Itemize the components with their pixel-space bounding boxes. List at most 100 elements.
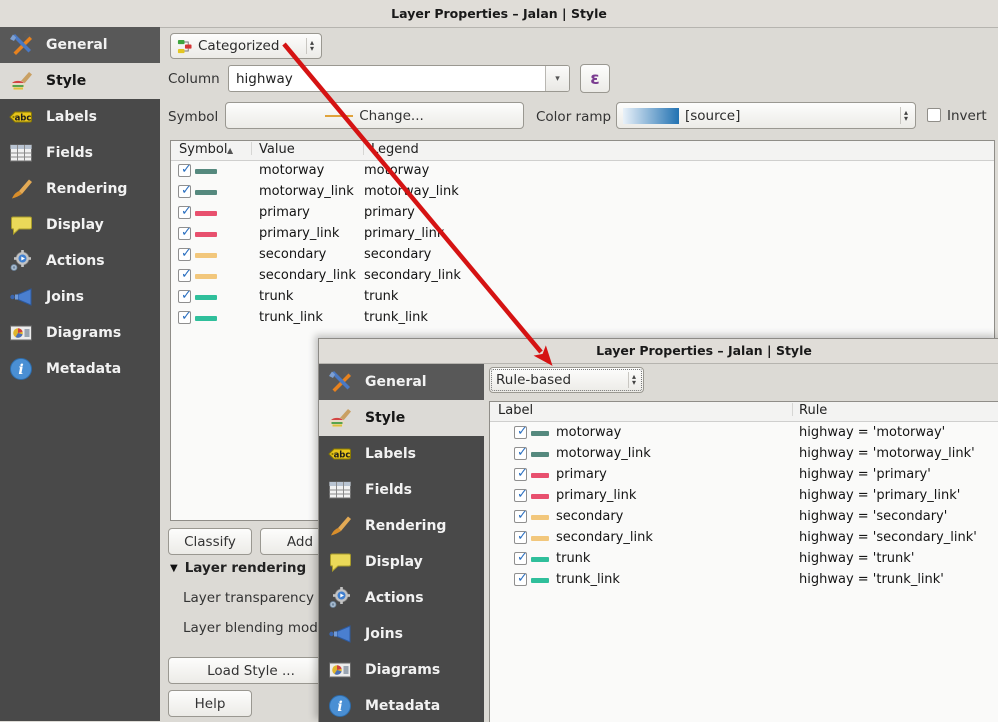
table-row[interactable]: motorway motorway: [171, 161, 994, 182]
sidebar-item-label: Display: [46, 217, 104, 233]
row-checkbox[interactable]: [514, 552, 527, 565]
sidebar-item-joins[interactable]: Joins: [0, 279, 160, 315]
row-checkbox[interactable]: [514, 468, 527, 481]
row-value: motorway_link: [259, 184, 354, 199]
row-checkbox[interactable]: [178, 290, 191, 303]
color-ramp-dropdown[interactable]: [source] ▴▾: [616, 102, 916, 129]
line-symbol-swatch: [195, 253, 217, 258]
symbol-change-button[interactable]: Change...: [225, 102, 524, 129]
row-checkbox[interactable]: [514, 510, 527, 523]
table-row[interactable]: motorway highway = 'motorway': [490, 423, 998, 444]
sidebar-item-label: General: [46, 37, 108, 53]
row-checkbox[interactable]: [514, 447, 527, 460]
line-symbol-swatch: [531, 473, 549, 478]
header-value[interactable]: Value: [259, 142, 295, 157]
header-rule[interactable]: Rule: [799, 403, 827, 418]
categories-table-header[interactable]: Symbol ▲ Value Legend: [171, 141, 994, 161]
sort-ascending-icon: ▲: [227, 146, 233, 155]
sidebar-item-rendering[interactable]: Rendering: [319, 508, 484, 544]
row-label: motorway: [556, 425, 621, 440]
style-icon: [9, 69, 33, 93]
table-row[interactable]: trunk_link highway = 'trunk_link': [490, 570, 998, 591]
row-checkbox[interactable]: [178, 185, 191, 198]
table-row[interactable]: trunk_link trunk_link: [171, 308, 994, 329]
sidebar-item-joins[interactable]: Joins: [319, 616, 484, 652]
renderer-type-value: Rule-based: [496, 372, 571, 388]
sidebar-item-metadata[interactable]: i Metadata: [0, 351, 160, 387]
table-row[interactable]: secondary secondary: [171, 245, 994, 266]
sidebar-item-metadata[interactable]: i Metadata: [319, 688, 484, 722]
load-style-button[interactable]: Load Style ...: [168, 657, 334, 684]
chevron-down-icon[interactable]: ▾: [545, 66, 569, 91]
table-row[interactable]: motorway_link highway = 'motorway_link': [490, 444, 998, 465]
svg-text:i: i: [337, 699, 342, 715]
help-button[interactable]: Help: [168, 690, 252, 717]
row-checkbox[interactable]: [178, 227, 191, 240]
sidebar-item-fields[interactable]: Fields: [319, 472, 484, 508]
renderer-type-dropdown[interactable]: Categorized ▴▾: [170, 33, 322, 59]
sidebar-item-actions[interactable]: Actions: [319, 580, 484, 616]
window-title-bar[interactable]: Layer Properties – Jalan | Style: [319, 339, 998, 364]
row-rule: highway = 'trunk': [799, 551, 914, 566]
fields-icon: [9, 141, 33, 165]
sidebar-item-fields[interactable]: Fields: [0, 135, 160, 171]
table-row[interactable]: trunk highway = 'trunk': [490, 549, 998, 570]
sidebar-item-actions[interactable]: Actions: [0, 243, 160, 279]
change-button-label: Change...: [359, 108, 424, 124]
line-symbol-swatch: [195, 232, 217, 237]
table-row[interactable]: primary_link primary_link: [171, 224, 994, 245]
row-checkbox[interactable]: [178, 206, 191, 219]
row-checkbox[interactable]: [514, 426, 527, 439]
sidebar-item-general[interactable]: General: [319, 364, 484, 400]
expression-builder-button[interactable]: ε: [580, 64, 610, 93]
row-checkbox[interactable]: [514, 573, 527, 586]
line-symbol-swatch: [531, 494, 549, 499]
row-checkbox[interactable]: [514, 489, 527, 502]
invert-checkbox[interactable]: [927, 108, 941, 122]
table-row[interactable]: secondary_link secondary_link: [171, 266, 994, 287]
sidebar-item-display[interactable]: Display: [0, 207, 160, 243]
row-checkbox[interactable]: [514, 531, 527, 544]
header-label[interactable]: Label: [498, 403, 533, 418]
layer-rendering-section-header[interactable]: ▼ Layer rendering: [170, 560, 306, 576]
row-value: secondary_link: [259, 268, 356, 283]
rules-table-header[interactable]: Label Rule: [490, 402, 998, 422]
table-row[interactable]: primary_link highway = 'primary_link': [490, 486, 998, 507]
table-row[interactable]: trunk trunk: [171, 287, 994, 308]
column-dropdown[interactable]: highway ▾: [228, 65, 570, 92]
header-legend[interactable]: Legend: [371, 142, 419, 157]
row-checkbox[interactable]: [178, 248, 191, 261]
header-symbol[interactable]: Symbol: [179, 142, 227, 157]
sidebar-item-label: Rendering: [365, 518, 446, 534]
sidebar-item-display[interactable]: Display: [319, 544, 484, 580]
sidebar-item-labels[interactable]: abc Labels: [0, 99, 160, 135]
row-checkbox[interactable]: [178, 269, 191, 282]
row-checkbox[interactable]: [178, 311, 191, 324]
table-row[interactable]: secondary highway = 'secondary': [490, 507, 998, 528]
row-label: secondary_link: [556, 530, 653, 545]
collapse-triangle-icon[interactable]: ▼: [170, 563, 178, 574]
row-label: trunk_link: [556, 572, 620, 587]
sidebar-item-style[interactable]: Style: [319, 400, 484, 436]
table-row[interactable]: motorway_link motorway_link: [171, 182, 994, 203]
sidebar-item-diagrams[interactable]: Diagrams: [0, 315, 160, 351]
sidebar-item-general[interactable]: General: [0, 27, 160, 63]
sidebar-item-style[interactable]: Style: [0, 63, 160, 99]
classify-button[interactable]: Classify: [168, 528, 252, 555]
row-checkbox[interactable]: [178, 164, 191, 177]
table-row[interactable]: primary highway = 'primary': [490, 465, 998, 486]
svg-text:abc: abc: [15, 114, 32, 124]
renderer-type-dropdown[interactable]: Rule-based ▴▾: [489, 367, 644, 393]
style-icon: [328, 406, 352, 430]
sidebar-item-diagrams[interactable]: Diagrams: [319, 652, 484, 688]
actions-icon: [9, 249, 33, 273]
sidebar-item-rendering[interactable]: Rendering: [0, 171, 160, 207]
column-value: highway: [229, 71, 293, 87]
row-label: motorway_link: [556, 446, 651, 461]
table-row[interactable]: primary primary: [171, 203, 994, 224]
window-title-bar[interactable]: Layer Properties – Jalan | Style: [0, 0, 998, 28]
sidebar-item-labels[interactable]: abc Labels: [319, 436, 484, 472]
table-row[interactable]: secondary_link highway = 'secondary_link…: [490, 528, 998, 549]
column-divider: [792, 403, 793, 416]
line-symbol-swatch: [531, 431, 549, 436]
